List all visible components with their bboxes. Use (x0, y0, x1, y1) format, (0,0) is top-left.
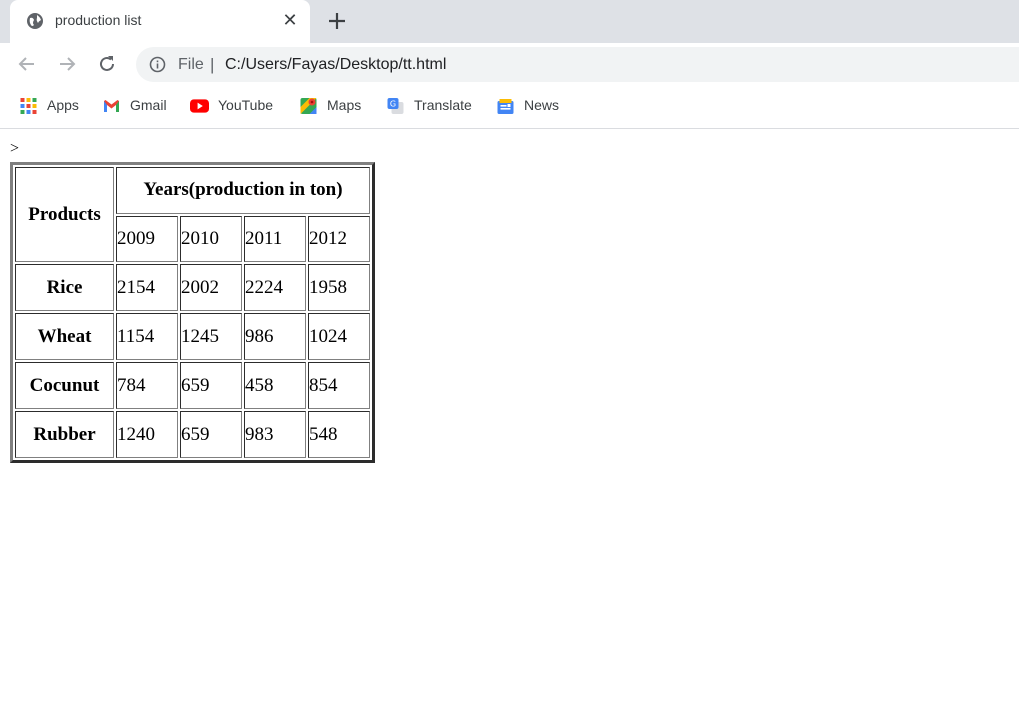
bookmark-label: YouTube (218, 97, 274, 113)
product-name: Cocunut (15, 362, 114, 409)
products-header: Products (15, 167, 114, 262)
table-cell: 1154 (116, 313, 178, 360)
table-cell: 2154 (116, 264, 178, 311)
table-row: Rubber 1240 659 983 548 (15, 411, 370, 458)
product-name: Wheat (15, 313, 114, 360)
reload-icon[interactable] (96, 53, 118, 75)
year-header: 2012 (308, 215, 370, 262)
bookmark-label: Translate (414, 97, 472, 113)
plus-icon[interactable] (325, 9, 349, 33)
info-icon[interactable] (149, 56, 166, 73)
table-cell: 659 (180, 411, 242, 458)
bookmarks-bar: Apps Gmail YouTube Maps G Translate News (0, 86, 1019, 129)
apps-grid-icon (20, 98, 37, 114)
production-table: Products Years(production in ton) 2009 2… (10, 162, 375, 463)
gmail-icon (104, 100, 119, 112)
globe-icon (27, 13, 43, 29)
table-cell: 784 (116, 362, 178, 409)
stray-text: > (10, 140, 20, 157)
url-scheme-label: File (178, 56, 204, 73)
maps-icon (300, 98, 317, 114)
table-cell: 2224 (244, 264, 306, 311)
bookmark-label: News (524, 97, 560, 113)
page-content: > Products Years(production in ton) 2009… (0, 129, 1019, 723)
year-header: 2010 (180, 215, 242, 262)
tab-strip: production list ✕ (0, 0, 1019, 43)
table-row: Rice 2154 2002 2224 1958 (15, 264, 370, 311)
forward-arrow-icon[interactable] (56, 53, 78, 75)
product-name: Rice (15, 264, 114, 311)
table-cell: 1240 (116, 411, 178, 458)
table-cell: 986 (244, 313, 306, 360)
table-header-row: Products Years(production in ton) (15, 167, 370, 262)
tab-title: production list (55, 12, 142, 28)
bookmark-label: Gmail (130, 97, 167, 113)
tab-production-list[interactable]: production list ✕ (10, 0, 310, 43)
translate-icon: G (387, 98, 404, 114)
table-cell: 1958 (308, 264, 370, 311)
svg-text:G: G (390, 100, 396, 109)
table-cell: 854 (308, 362, 370, 409)
years-group-header: Years(production in ton) (116, 167, 370, 214)
youtube-icon (190, 99, 209, 113)
product-name: Rubber (15, 411, 114, 458)
address-bar[interactable]: File | C:/Users/Fayas/Desktop/tt.html (136, 47, 1019, 82)
bookmark-label: Apps (47, 97, 79, 113)
year-header: 2011 (244, 215, 306, 262)
url-text[interactable]: C:/Users/Fayas/Desktop/tt.html (225, 56, 446, 74)
url-separator: | (210, 55, 215, 74)
news-icon (497, 99, 514, 114)
table-row: Cocunut 784 659 458 854 (15, 362, 370, 409)
browser-toolbar: File | C:/Users/Fayas/Desktop/tt.html (0, 43, 1019, 86)
table-cell: 548 (308, 411, 370, 458)
table-cell: 458 (244, 362, 306, 409)
bookmark-label: Maps (327, 97, 362, 113)
table-row: Wheat 1154 1245 986 1024 (15, 313, 370, 360)
table-cell: 1024 (308, 313, 370, 360)
year-header: 2009 (116, 215, 178, 262)
tab-close-button[interactable]: ✕ (280, 10, 300, 30)
table-cell: 2002 (180, 264, 242, 311)
table-cell: 659 (180, 362, 242, 409)
table-cell: 1245 (180, 313, 242, 360)
back-arrow-icon[interactable] (16, 53, 38, 75)
table-cell: 983 (244, 411, 306, 458)
